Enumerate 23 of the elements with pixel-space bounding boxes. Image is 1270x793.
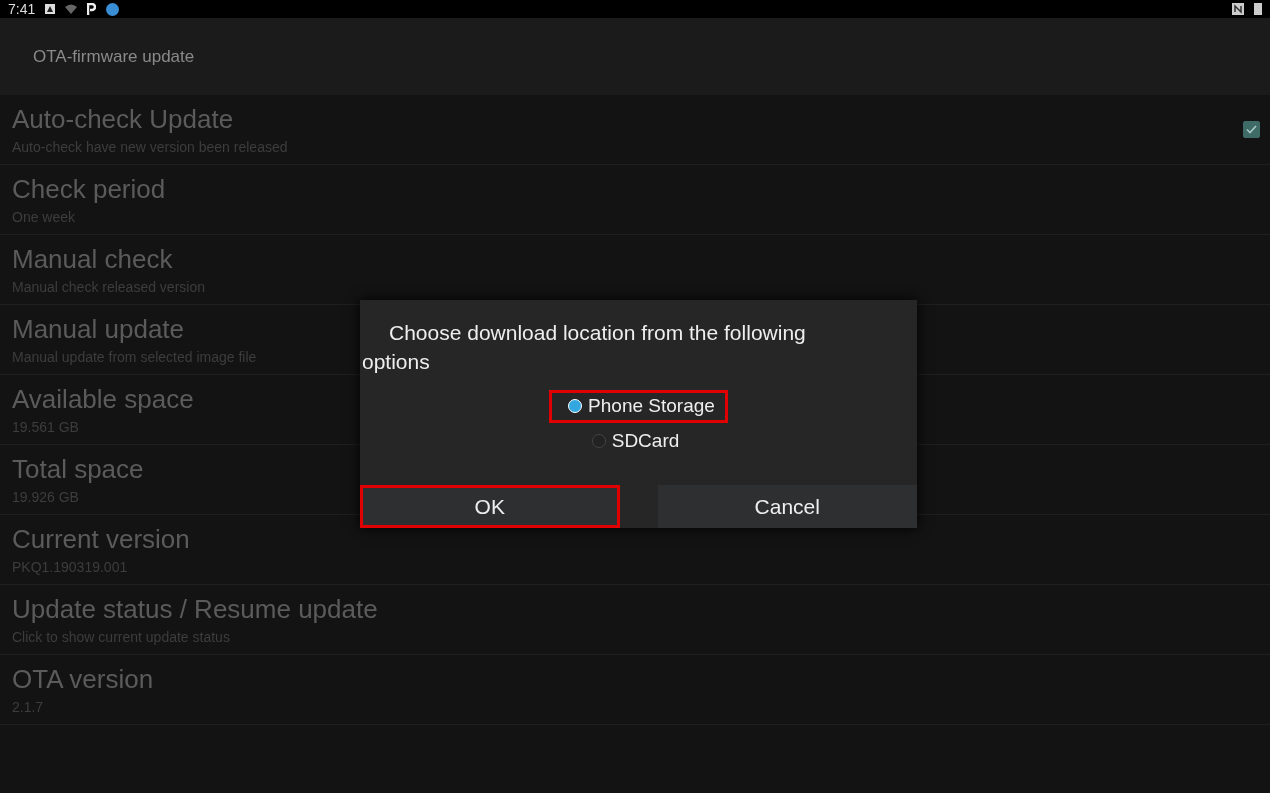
setting-title: Current version xyxy=(12,524,190,555)
status-time: 7:41 xyxy=(8,1,36,17)
radio-button[interactable] xyxy=(591,434,606,448)
setting-title: Manual update xyxy=(12,314,185,345)
notification-icon xyxy=(45,4,56,14)
setting-title: Total space xyxy=(12,454,144,485)
battery-icon xyxy=(1254,3,1262,15)
setting-title: OTA version xyxy=(12,664,154,695)
app-bar-title: OTA-firmware update xyxy=(33,46,195,67)
setting-title: Manual check xyxy=(12,244,173,275)
nfc-icon xyxy=(1232,3,1244,15)
setting-title: Update status / Resume update xyxy=(12,594,378,625)
dialog-message: Choose download location from the following options xyxy=(362,320,807,375)
parking-icon xyxy=(87,3,97,15)
radio-option[interactable]: Phone Storage xyxy=(549,390,728,423)
dialog-button[interactable]: OK xyxy=(360,485,620,528)
dialog-button[interactable]: Cancel xyxy=(657,485,917,528)
wifi-icon xyxy=(65,4,78,14)
setting-title: Available space xyxy=(12,384,194,415)
checkbox[interactable] xyxy=(1243,121,1260,138)
checkmark-icon xyxy=(1246,125,1257,134)
setting-title: Auto-check Update xyxy=(12,104,234,135)
setting-title: Check period xyxy=(12,174,166,205)
